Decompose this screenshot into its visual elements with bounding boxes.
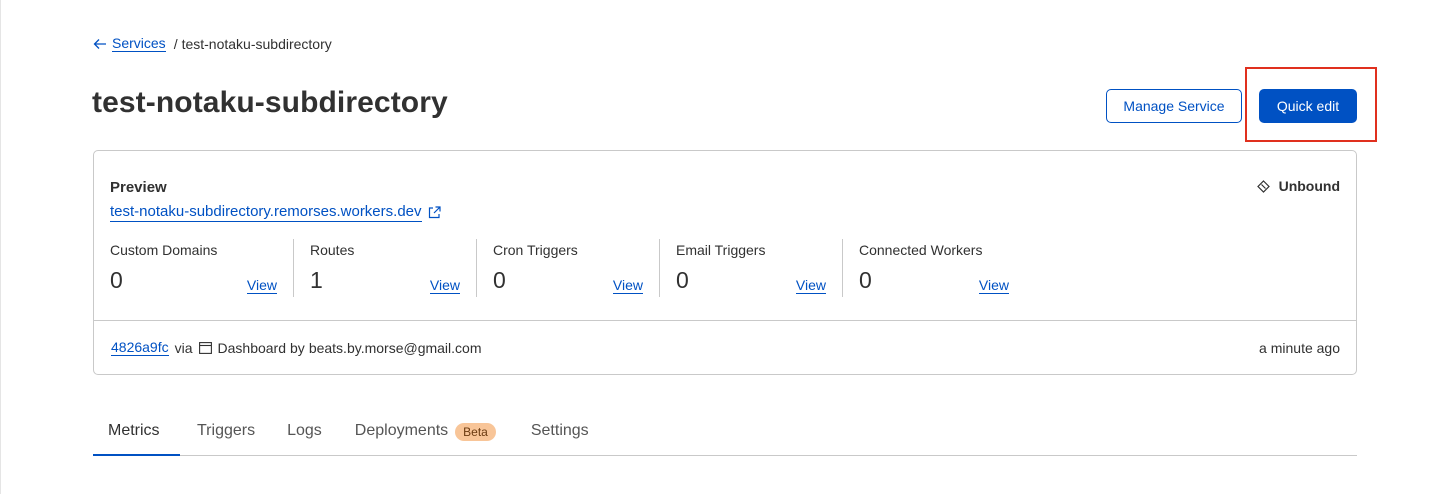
tab-deployments[interactable]: Deployments Beta (355, 410, 496, 456)
stat-cron-triggers: Cron Triggers 0 View (476, 239, 659, 297)
tab-metrics[interactable]: Metrics (93, 410, 180, 456)
view-connected-workers-link[interactable]: View (978, 278, 1009, 294)
stat-email-triggers: Email Triggers 0 View (659, 239, 842, 297)
route-status: Unbound (1256, 178, 1340, 194)
breadcrumb-back-link[interactable]: Services (93, 35, 166, 52)
arrow-left-icon (93, 38, 106, 49)
external-link-icon (428, 206, 441, 219)
stat-value: 1 (310, 267, 323, 293)
highlight-annotation (1245, 67, 1377, 142)
stat-label: Connected Workers (859, 242, 983, 258)
breadcrumb-services[interactable]: Services (112, 35, 166, 52)
deployment-source: Dashboard (217, 340, 287, 356)
stat-value: 0 (859, 267, 872, 293)
stat-label: Cron Triggers (493, 242, 578, 258)
stat-connected-workers: Connected Workers 0 View (842, 239, 1025, 297)
beta-badge: Beta (455, 423, 496, 441)
view-email-triggers-link[interactable]: View (795, 278, 826, 294)
deployment-user: beats.by.morse@gmail.com (308, 340, 482, 356)
tab-logs[interactable]: Logs (287, 410, 322, 456)
dashboard-window-icon (198, 342, 212, 354)
stat-label: Custom Domains (110, 242, 218, 258)
service-tabs: Metrics Triggers Logs Deployments Beta S… (93, 410, 1357, 456)
via-text: via (174, 340, 193, 356)
tab-triggers[interactable]: Triggers (197, 410, 255, 456)
deployment-time: a minute ago (1259, 340, 1340, 356)
stat-routes: Routes 1 View (293, 239, 476, 297)
manage-service-button[interactable]: Manage Service (1106, 89, 1242, 123)
commit-id-link[interactable]: 4826a9fc (111, 340, 169, 356)
stat-label: Email Triggers (676, 242, 766, 258)
page-edge (0, 0, 1, 494)
tab-deployments-label: Deployments (354, 422, 449, 439)
route-status-label: Unbound (1278, 178, 1340, 194)
by-text: by (290, 340, 305, 356)
view-custom-domains-link[interactable]: View (246, 278, 277, 294)
unbound-diamond-icon (1256, 179, 1270, 193)
tab-settings[interactable]: Settings (531, 410, 589, 456)
stats-row: Custom Domains 0 View Routes 1 View Cron… (110, 239, 1025, 297)
preview-label: Preview (110, 179, 167, 196)
breadcrumb: Services / test-notaku-subdirectory (93, 35, 332, 52)
page-title: test-notaku-subdirectory (92, 86, 448, 119)
stat-value: 0 (110, 267, 123, 293)
preview-url-text[interactable]: test-notaku-subdirectory.remorses.worker… (110, 203, 422, 222)
view-routes-link[interactable]: View (429, 278, 460, 294)
stat-value: 0 (493, 267, 506, 293)
breadcrumb-current: test-notaku-subdirectory (181, 35, 332, 52)
deployment-info: 4826a9fc via Dashboard by beats.by.morse… (111, 340, 482, 356)
view-cron-triggers-link[interactable]: View (612, 278, 643, 294)
stat-custom-domains: Custom Domains 0 View (110, 239, 293, 297)
stat-value: 0 (676, 267, 689, 293)
service-summary-card: Preview test-notaku-subdirectory.remorse… (93, 150, 1357, 375)
stat-label: Routes (310, 242, 355, 258)
preview-url-link[interactable]: test-notaku-subdirectory.remorses.worker… (110, 203, 441, 222)
deployment-footer: 4826a9fc via Dashboard by beats.by.morse… (94, 320, 1356, 375)
breadcrumb-separator: / (173, 35, 178, 52)
